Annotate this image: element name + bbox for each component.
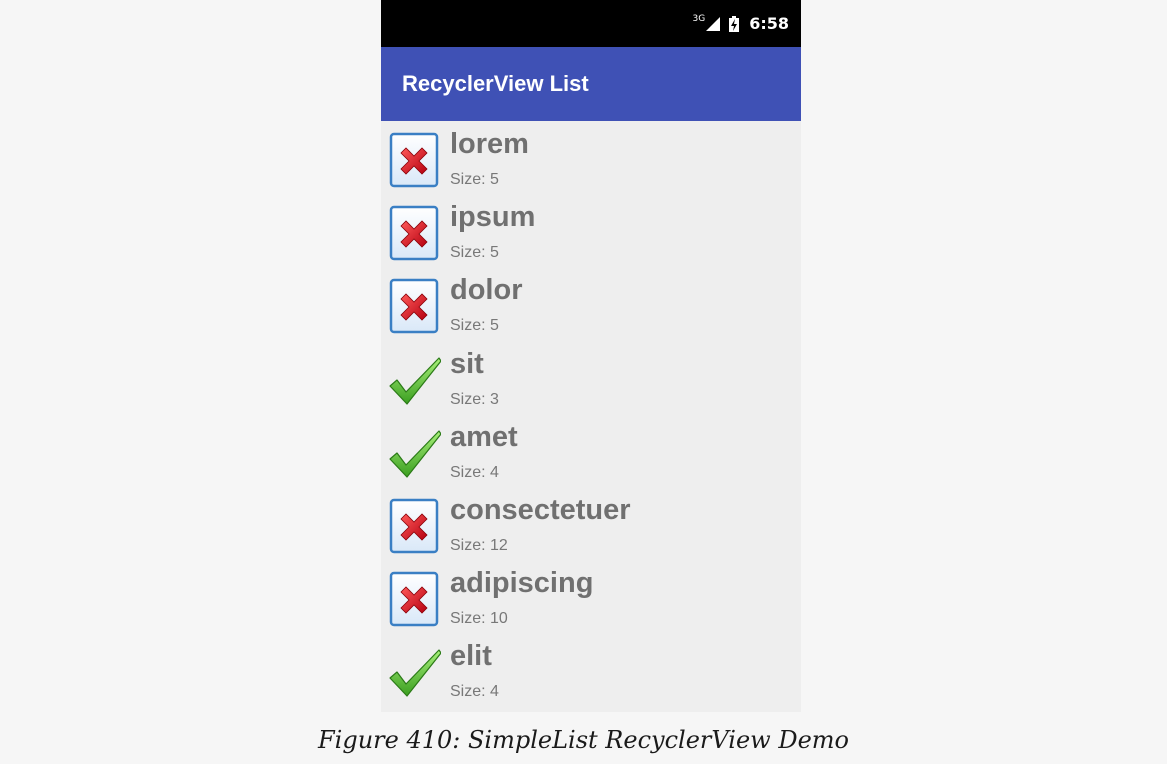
status-bar: 3G 6:58 bbox=[381, 0, 801, 47]
item-title: ipsum bbox=[450, 201, 536, 234]
item-title: dolor bbox=[450, 274, 523, 307]
item-size: Size: 5 bbox=[450, 171, 499, 188]
list-item[interactable]: consectetuer Size: 12 bbox=[381, 494, 801, 567]
list-item[interactable]: elit Size: 4 bbox=[381, 640, 801, 712]
list-item[interactable]: ipsum Size: 5 bbox=[381, 201, 801, 274]
check-icon bbox=[389, 425, 442, 481]
item-title: sit bbox=[450, 347, 484, 380]
list-item[interactable]: dolor Size: 5 bbox=[381, 274, 801, 347]
battery-charging-icon bbox=[729, 15, 740, 32]
phone-screen: 3G 6:58 RecyclerView List lorem Size: 5 … bbox=[381, 0, 801, 712]
item-size: Size: 5 bbox=[450, 317, 499, 335]
item-size: Size: 4 bbox=[450, 683, 499, 701]
check-icon bbox=[389, 352, 442, 408]
item-title: elit bbox=[450, 640, 492, 673]
item-title: consectetuer bbox=[450, 493, 631, 526]
app-toolbar: RecyclerView List bbox=[381, 47, 801, 121]
network-type: 3G bbox=[692, 13, 706, 24]
item-size: Size: 4 bbox=[450, 463, 499, 481]
cross-icon bbox=[389, 571, 441, 627]
item-size: Size: 5 bbox=[450, 244, 499, 262]
item-size: Size: 3 bbox=[450, 390, 499, 408]
list-item[interactable]: amet Size: 4 bbox=[381, 421, 801, 494]
item-size: Size: 10 bbox=[450, 610, 508, 628]
status-time: 6:58 bbox=[749, 14, 789, 33]
check-icon bbox=[389, 644, 442, 700]
list-item[interactable]: adipiscing Size: 10 bbox=[381, 567, 801, 640]
recycler-list[interactable]: lorem Size: 5 ipsum Size: 5 dolor Size: … bbox=[381, 121, 801, 712]
list-item[interactable]: sit Size: 3 bbox=[381, 348, 801, 421]
item-title: lorem bbox=[450, 128, 529, 160]
item-size: Size: 12 bbox=[450, 536, 508, 554]
list-item[interactable]: lorem Size: 5 bbox=[381, 128, 801, 201]
cross-icon bbox=[389, 132, 441, 188]
cross-icon bbox=[389, 278, 441, 334]
cross-icon bbox=[389, 498, 441, 554]
cross-icon bbox=[389, 205, 441, 261]
item-title: adipiscing bbox=[450, 567, 594, 600]
item-title: amet bbox=[450, 420, 518, 453]
toolbar-title: RecyclerView List bbox=[402, 71, 589, 96]
figure-caption: Figure 410: SimpleList RecyclerView Demo bbox=[318, 726, 849, 754]
signal-icon bbox=[706, 16, 721, 31]
